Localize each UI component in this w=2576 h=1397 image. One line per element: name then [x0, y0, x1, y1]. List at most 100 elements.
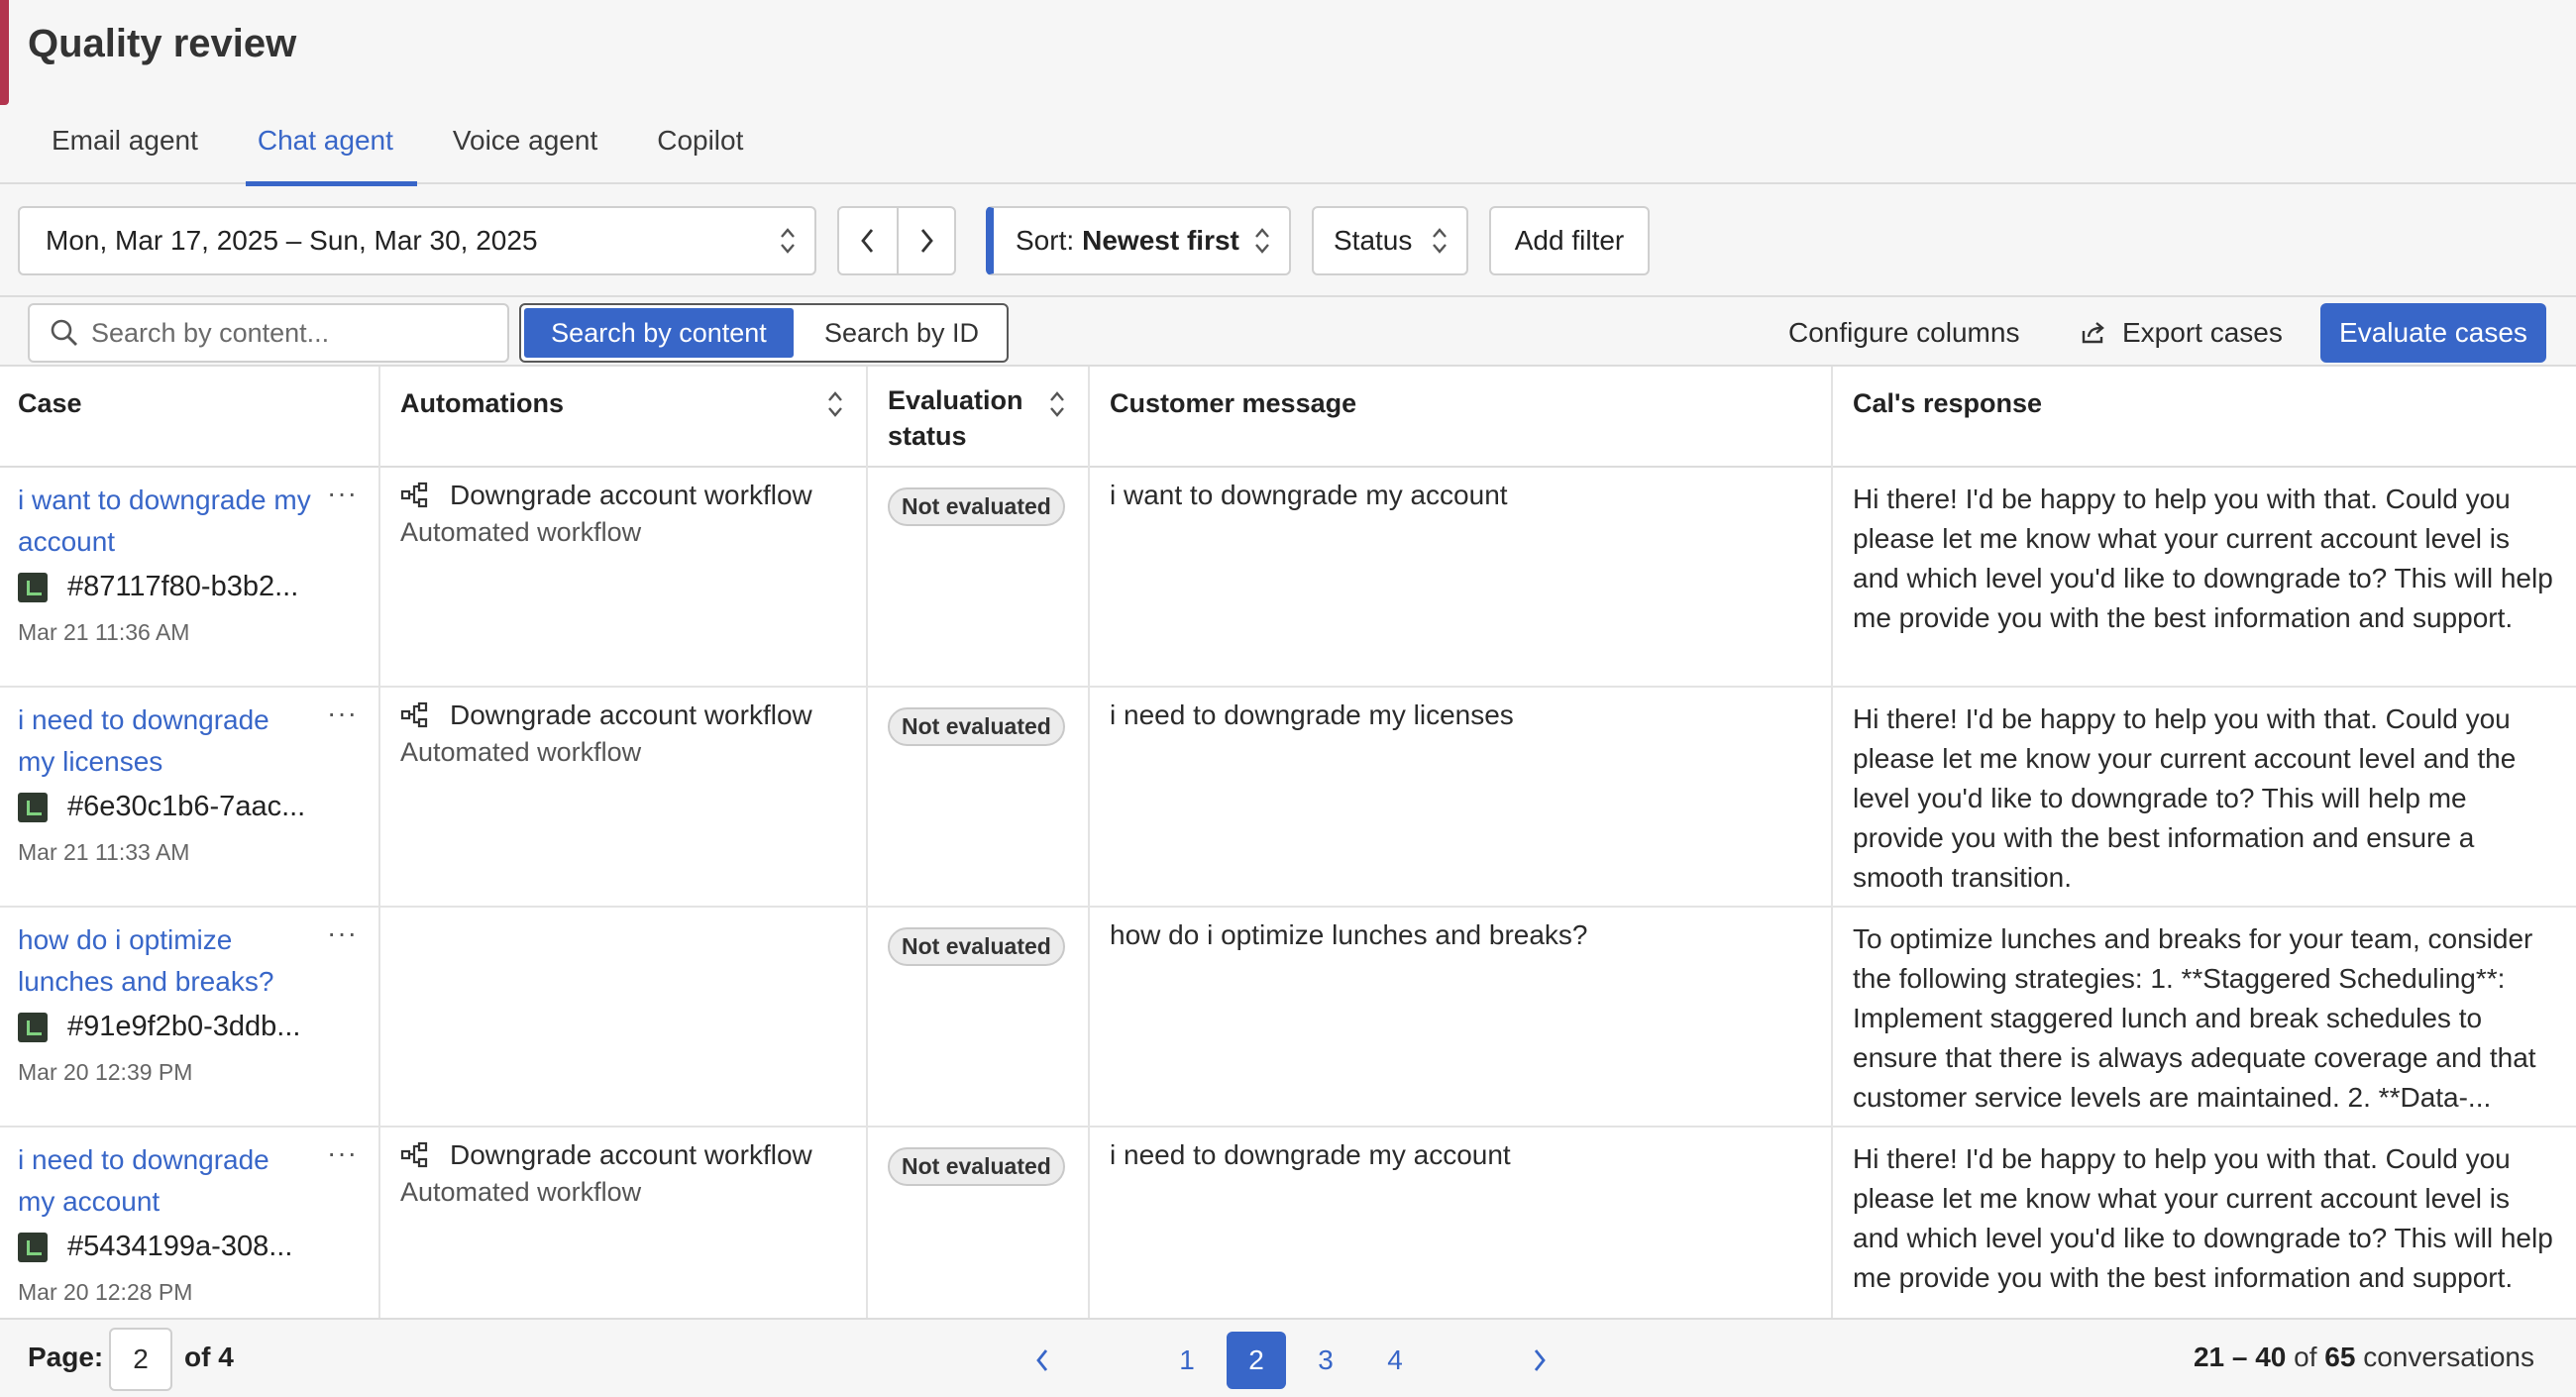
table-header: Case Automations Evaluation status Custo…	[0, 367, 2576, 468]
date-nav	[837, 206, 956, 275]
search-by-content-button[interactable]: Search by content	[521, 305, 797, 361]
sort-value: Newest first	[1082, 225, 1239, 256]
sort-prefix: Sort:	[1016, 225, 1075, 256]
customer-message: i need to downgrade my account	[1090, 1128, 1833, 1318]
export-icon	[2082, 322, 2104, 344]
tab-chat-agent[interactable]: Chat agent	[234, 117, 417, 186]
page-button-1[interactable]: 1	[1167, 1332, 1207, 1389]
case-id-text: #5434199a-308...	[67, 1231, 293, 1262]
case-id: #91e9f2b0-3ddb...	[18, 1011, 378, 1043]
previous-page-button[interactable]	[1026, 1332, 1058, 1389]
agent-response: Hi there! I'd be happy to help you with …	[1853, 1143, 2553, 1293]
next-page-button[interactable]	[1524, 1332, 1556, 1389]
workflow-icon	[400, 701, 428, 728]
cases-table: Case Automations Evaluation status Custo…	[0, 367, 2576, 1318]
table-row[interactable]: i need to downgrade my account ··· #5434…	[0, 1128, 2576, 1318]
search-toolbar: Search by content... Search by content S…	[0, 295, 2576, 367]
customer-message: i need to downgrade my licenses	[1090, 688, 1833, 906]
next-range-button[interactable]	[896, 208, 954, 273]
automation-type: Automated workflow	[400, 517, 642, 547]
chevron-right-icon	[1534, 1349, 1546, 1371]
row-more-options-icon[interactable]: ···	[327, 1137, 358, 1169]
case-title-link[interactable]: i need to downgrade my licenses	[18, 699, 295, 783]
table-row[interactable]: i want to downgrade my account ··· #8711…	[0, 468, 2576, 688]
column-header-case-label: Case	[18, 388, 82, 418]
column-header-message-label: Customer message	[1110, 388, 1357, 418]
column-header-evaluation-label-2: status	[888, 421, 967, 451]
case-title-link[interactable]: i need to downgrade my account	[18, 1139, 295, 1223]
tab-copilot[interactable]: Copilot	[633, 117, 767, 184]
customer-message: how do i optimize lunches and breaks?	[1090, 908, 1833, 1126]
row-more-options-icon[interactable]: ···	[327, 698, 358, 729]
column-header-automations[interactable]: Automations	[380, 367, 868, 468]
automation-name[interactable]: Downgrade account workflow	[400, 1139, 866, 1171]
table-row[interactable]: how do i optimize lunches and breaks? ··…	[0, 908, 2576, 1128]
column-header-automations-label: Automations	[400, 388, 564, 418]
top-header: Quality review Email agent Chat agent Vo…	[0, 0, 2576, 186]
case-id-text: #87117f80-b3b2...	[67, 571, 299, 602]
column-header-evaluation-status[interactable]: Evaluation status	[868, 367, 1090, 468]
search-by-id-button[interactable]: Search by ID	[797, 305, 1007, 361]
evaluate-cases-button[interactable]: Evaluate cases	[2320, 303, 2546, 363]
sort-dropdown[interactable]: Sort: Newest first	[986, 206, 1291, 275]
sort-updown-icon	[781, 228, 795, 254]
case-title-link[interactable]: i want to downgrade my account	[18, 480, 335, 563]
automation-cell: Downgrade account workflow Automated wor…	[380, 688, 868, 906]
previous-range-button[interactable]	[839, 208, 897, 273]
search-icon	[51, 319, 77, 346]
page-title: Quality review	[28, 22, 297, 65]
case-date: Mar 21 11:33 AM	[18, 839, 190, 865]
page-button-2[interactable]: 2	[1227, 1332, 1286, 1389]
automation-name[interactable]: Downgrade account workflow	[400, 480, 866, 511]
results-unit: conversations	[2363, 1342, 2534, 1372]
channel-avatar-icon	[18, 792, 48, 822]
row-more-options-icon[interactable]: ···	[327, 917, 358, 949]
export-cases-label: Export cases	[2122, 317, 2283, 348]
agent-tabs: Email agent Chat agent Voice agent Copil…	[28, 117, 779, 186]
case-title-link[interactable]: how do i optimize lunches and breaks?	[18, 919, 295, 1003]
configure-columns-button[interactable]: Configure columns	[1788, 317, 2019, 349]
column-header-customer-message: Customer message	[1090, 367, 1833, 468]
tab-email-agent[interactable]: Email agent	[28, 117, 222, 184]
status-dropdown[interactable]: Status	[1312, 206, 1468, 275]
add-filter-button[interactable]: Add filter	[1489, 206, 1650, 275]
channel-avatar-icon	[18, 1232, 48, 1262]
page-button-4[interactable]: 4	[1375, 1332, 1415, 1389]
evaluation-cell: Not evaluated	[868, 688, 1090, 906]
export-cases-button[interactable]: Export cases	[2081, 317, 2283, 349]
automation-name-text: Downgrade account workflow	[450, 699, 812, 730]
search-input[interactable]: Search by content...	[28, 303, 509, 363]
page-button-3[interactable]: 3	[1306, 1332, 1345, 1389]
sort-updown-icon	[1433, 228, 1447, 254]
automation-name[interactable]: Downgrade account workflow	[400, 699, 866, 731]
chevron-left-icon	[1036, 1349, 1048, 1371]
search-mode-toggle: Search by content Search by ID	[519, 303, 1009, 363]
case-cell: i need to downgrade my licenses ··· #6e3…	[0, 688, 380, 906]
case-date: Mar 21 11:36 AM	[18, 619, 190, 645]
status-label: Status	[1334, 225, 1413, 256]
sort-updown-icon	[1255, 228, 1269, 254]
evaluation-cell: Not evaluated	[868, 908, 1090, 1126]
sort-updown-icon	[1050, 391, 1064, 417]
date-range-picker[interactable]: Mon, Mar 17, 2025 – Sun, Mar 30, 2025	[18, 206, 816, 275]
chevron-left-icon	[861, 229, 874, 253]
column-header-response-label: Cal's response	[1853, 388, 2043, 418]
automation-cell: Downgrade account workflow Automated wor…	[380, 468, 868, 686]
channel-avatar-icon	[18, 572, 48, 602]
case-date: Mar 20 12:39 PM	[18, 1059, 193, 1085]
column-header-case: Case	[0, 367, 380, 468]
chevron-right-icon	[920, 229, 933, 253]
automation-name-text: Downgrade account workflow	[450, 480, 812, 510]
results-range: 21 – 40	[2193, 1342, 2287, 1372]
table-row[interactable]: i need to downgrade my licenses ··· #6e3…	[0, 688, 2576, 908]
row-more-options-icon[interactable]: ···	[327, 478, 358, 509]
case-date: Mar 20 12:28 PM	[18, 1279, 193, 1305]
sort-updown-icon	[828, 391, 842, 417]
page-number-input[interactable]: 2	[109, 1328, 172, 1391]
tab-voice-agent[interactable]: Voice agent	[429, 117, 621, 184]
case-cell: i want to downgrade my account ··· #8711…	[0, 468, 380, 686]
agent-response: Hi there! I'd be happy to help you with …	[1853, 703, 2517, 893]
case-id-text: #91e9f2b0-3ddb...	[67, 1011, 301, 1042]
results-summary: 21 – 40 of 65 conversations	[2194, 1342, 2534, 1373]
status-badge: Not evaluated	[888, 1147, 1065, 1186]
